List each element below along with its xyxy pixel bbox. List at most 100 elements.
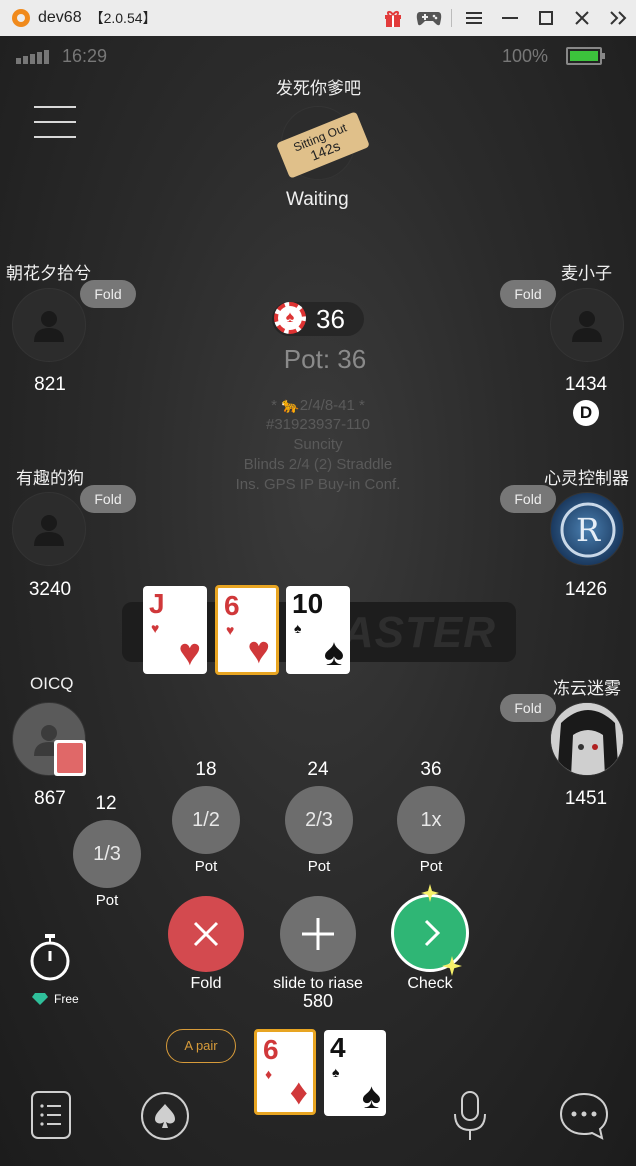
top-player-status: Waiting [286,189,349,210]
pot-total: Pot: 36 [283,344,367,374]
bet-pot-label: Pot [95,892,119,909]
minimize-icon[interactable] [492,0,528,36]
table-menu-button[interactable] [34,106,76,140]
app-name: dev68 [38,9,82,26]
maximize-icon[interactable] [528,0,564,36]
titlebar-separator [451,9,452,27]
clock: 16:29 [62,46,108,66]
plus-icon [302,918,334,950]
user-icon [34,311,64,342]
free-timer-label: Free [54,992,79,1006]
board-card-highlighted: 6 ♥ ♥ [215,585,279,675]
board-card: J ♥ ♥ [143,586,207,674]
microphone-icon[interactable] [452,1090,488,1142]
bet-pot-label: Pot [194,858,218,875]
bet-amount: 18 [195,759,217,780]
bet-two-thirds-pot-button[interactable]: 2/3 [285,786,353,854]
bet-amount: 12 [95,793,117,814]
menu-icon[interactable] [456,0,492,36]
raise-amount: 580 [302,991,334,1011]
diamond-suit-icon: ♦ [265,1066,273,1082]
seat-right-mid-stack: 1426 [564,579,608,600]
seat-right-bottom-name: 冻云迷雾 [553,679,621,698]
close-icon[interactable] [564,0,600,36]
gift-icon[interactable] [375,0,411,36]
spade-icon[interactable] [140,1091,190,1141]
sparkle-icon [421,884,439,902]
seat-right-mid-name: 心灵控制器 [544,469,629,488]
fold-button[interactable] [168,896,244,972]
bet-pot-label: Pot [419,858,443,875]
seat-right-mid-fold-badge: Fold [500,485,556,513]
fold-label: Fold [190,975,222,992]
seat-right-top-stack: 1434 [564,374,608,395]
table-info-club: Suncity [293,436,343,453]
app-version: 【2.0.54】 [89,10,157,26]
battery-icon [566,47,605,65]
seat-left-mid-name: 有趣的狗 [16,469,84,488]
hand-strength-badge: A pair [166,1029,236,1063]
heart-icon: ♥ [226,622,235,638]
diamond-icon [32,993,48,1005]
heart-icon: ♥ [247,630,270,672]
table-info-stakes: * 🐆2/4/8-41 * [271,397,365,414]
seat-left-top-avatar[interactable] [12,288,86,362]
seat-right-bottom-fold-badge: Fold [500,694,556,722]
diamond-suit-icon: ♦ [289,1071,308,1112]
hole-card-highlighted: 6 ♦ ♦ [254,1029,316,1115]
table-info-blinds: Blinds 2/4 (2) Straddle [243,456,393,473]
seat-left-bottom-name: OICQ [30,674,74,693]
heart-icon: ♥ [178,632,201,674]
bet-third-pot-button[interactable]: 1/3 [73,820,141,888]
seat-left-top-stack: 821 [34,374,66,395]
bet-half-pot-button[interactable]: 1/2 [172,786,240,854]
bet-amount: 36 [420,759,442,780]
window-titlebar: dev68 【2.0.54】 [0,0,636,36]
heart-icon: ♥ [151,620,160,636]
raise-slider-button[interactable] [280,896,356,972]
close-icon [193,921,219,947]
spade-icon: ♠ [332,1064,340,1080]
seat-right-top-name: 麦小子 [561,264,612,283]
sparkle-icon [442,956,462,976]
check-label: Check [407,975,453,992]
app-logo-icon [12,9,30,27]
seat-right-mid-avatar[interactable]: R [550,492,624,566]
seat-left-top-fold-badge: Fold [80,280,136,308]
seat-left-top-name: 朝花夕拾兮 [6,264,91,283]
poker-table: 16:29 100% 发死你爹吧 Sitting Out 142s Waitin… [0,36,636,1166]
status-bar: 16:29 100% [0,36,636,76]
board-card: 10 ♠ ♠ [286,586,350,674]
bet-pot-label: Pot [307,858,331,875]
list-icon[interactable] [30,1090,72,1140]
poker-chip-icon [274,302,306,334]
table-info-settings: Ins. GPS IP Buy-in Conf. [235,476,401,493]
seat-right-bottom-stack: 1451 [564,788,608,809]
svg-text:R: R [576,511,601,549]
user-icon [572,311,602,342]
bet-full-pot-button[interactable]: 1x [397,786,465,854]
user-icon [34,515,64,546]
seat-left-mid-avatar[interactable] [12,492,86,566]
anime-avatar-icon [551,703,623,775]
crest-avatar-icon: R [560,502,616,558]
collapse-icon[interactable] [600,0,636,36]
chat-icon[interactable] [558,1091,610,1141]
seat-right-bottom-avatar[interactable] [550,702,624,776]
spade-icon: ♠ [361,1075,381,1116]
gamepad-icon[interactable] [411,0,447,36]
dealer-button: D [573,400,599,426]
top-player-name: 发死你爹吧 [276,79,361,98]
seat-left-mid-fold-badge: Fold [80,485,136,513]
stopwatch-icon[interactable] [28,934,72,982]
seat-right-top-fold-badge: Fold [500,280,556,308]
battery-percent: 100% [501,46,548,66]
seat-left-mid-stack: 3240 [28,579,72,600]
pot-chip-amount: 36 [316,304,345,334]
signal-icon [16,50,49,64]
cards-back-icon [54,740,86,776]
hole-card: 4 ♠ ♠ [324,1030,386,1116]
bet-amount: 24 [307,759,329,780]
seat-right-top-avatar[interactable] [550,288,624,362]
table-info-id: #31923937-110 [266,416,370,433]
